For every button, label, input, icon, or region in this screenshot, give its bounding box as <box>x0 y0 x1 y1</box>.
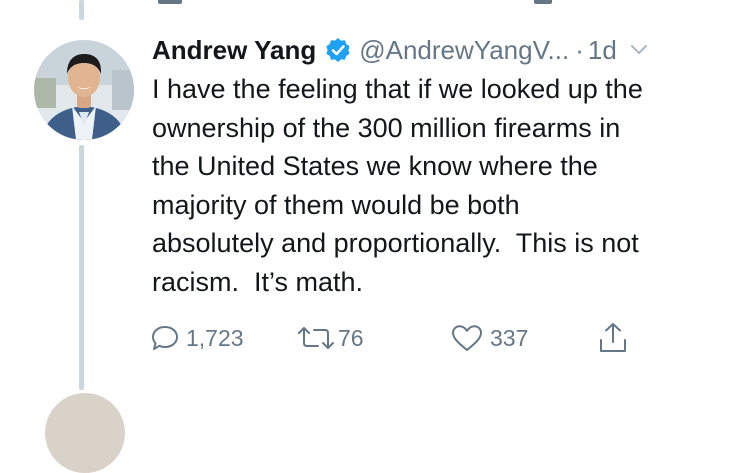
avatar-photo <box>34 40 134 140</box>
retweet-button[interactable]: 76 <box>296 318 364 358</box>
thread-line <box>79 145 84 390</box>
share-icon <box>600 323 626 352</box>
chevron-down-icon[interactable] <box>629 40 649 60</box>
display-name[interactable]: Andrew Yang <box>152 35 316 66</box>
like-count: 337 <box>490 324 529 351</box>
avatar[interactable] <box>34 40 134 140</box>
like-icon <box>452 325 482 351</box>
reply-icon <box>158 0 182 4</box>
reply-button[interactable]: 1,723 <box>150 318 244 358</box>
share-icon <box>534 0 552 4</box>
reply-count: 1,723 <box>186 324 244 351</box>
separator-dot: · <box>575 34 584 65</box>
next-tweet-avatar[interactable] <box>45 393 125 473</box>
verified-badge-icon <box>326 38 350 62</box>
timestamp[interactable]: 1d <box>588 35 617 66</box>
share-button[interactable] <box>596 318 630 358</box>
handle[interactable]: @AndrewYangV... <box>359 35 569 66</box>
like-button[interactable]: 337 <box>450 318 528 358</box>
reply-icon <box>152 326 178 350</box>
previous-tweet-actions-edge <box>150 0 730 8</box>
retweet-icon <box>298 327 334 349</box>
retweet-count: 76 <box>338 324 364 351</box>
tweet-text: I have the feeling that if we looked up … <box>152 74 643 297</box>
tweet-actions: 1,723 76 337 <box>150 318 710 358</box>
tweet-header: Andrew Yang @AndrewYangV... · 1d <box>152 30 649 70</box>
thread-line-top <box>79 0 84 20</box>
